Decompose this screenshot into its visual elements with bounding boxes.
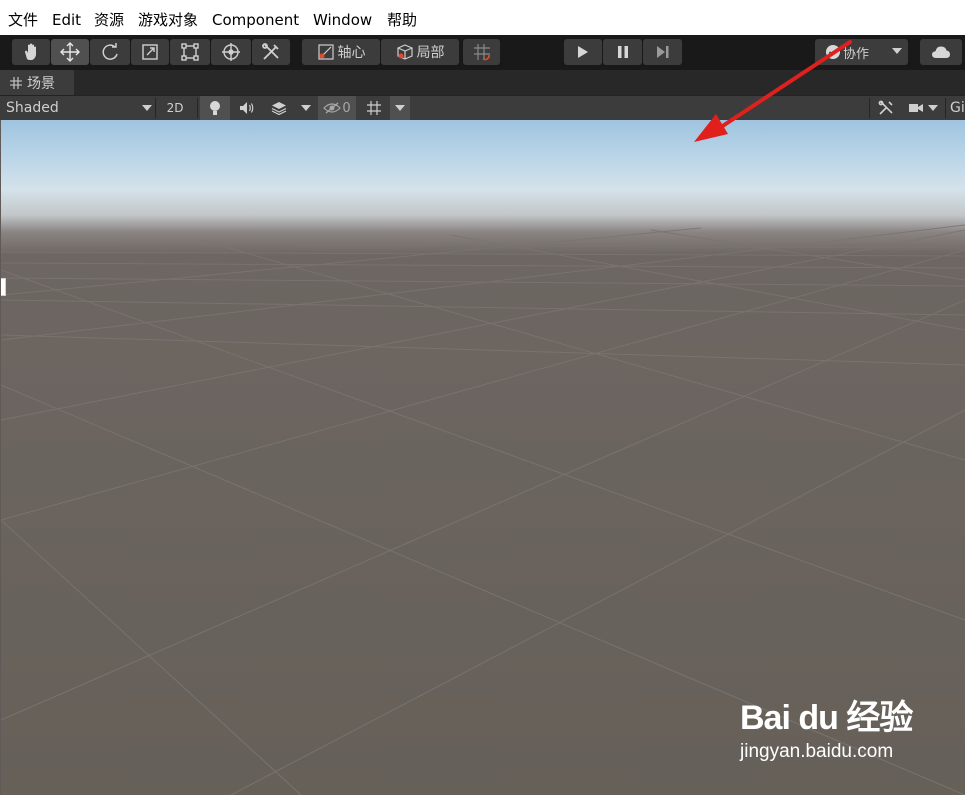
camera-dropdown[interactable] [902,96,944,120]
separator [155,98,156,118]
scene-tools-button[interactable] [872,96,900,120]
tools-icon [878,100,894,116]
collab-label: 协作 [843,46,870,62]
scale-tool-button[interactable] [131,39,169,65]
local-toggle[interactable]: 局部 [381,39,459,65]
pause-button[interactable] [603,39,642,65]
step-button[interactable] [643,39,682,65]
cloud-icon [931,45,951,59]
chevron-down-icon [395,104,405,112]
grid-toggle[interactable] [360,96,388,120]
move-icon [60,42,80,62]
hand-tool-button[interactable] [12,39,50,65]
cloud-button[interactable] [920,39,962,65]
toggle-2d-button[interactable]: 2D [159,96,191,120]
scale-icon [141,43,159,61]
lightbulb-icon [209,100,221,116]
chevron-down-icon [892,48,902,55]
hand-icon [21,42,41,62]
pivot-label: 轴心 [337,45,366,61]
hidden-count: 0 [342,100,351,116]
collab-check-icon [825,44,841,60]
separator [197,98,198,118]
menu-assets[interactable]: 资源 [94,10,124,30]
tab-scene[interactable]: 场景 [0,70,74,95]
separator [869,98,870,118]
chevron-down-icon [301,104,311,112]
transform-icon [221,42,241,62]
grid-snap-icon [473,43,491,61]
watermark-site: jingyan.baidu.com [740,741,894,762]
baidu-watermark: Bai du 经验 jingyan.baidu.com [740,690,913,763]
effects-dropdown[interactable] [296,96,316,120]
shading-mode-dropdown[interactable]: Shaded [0,96,158,120]
local-cube-icon [396,43,414,61]
viewport-handle[interactable] [1,278,6,296]
grid-snap-button[interactable] [463,39,500,65]
menu-gameobject[interactable]: 游戏对象 [138,10,198,30]
audio-toggle[interactable] [232,96,262,120]
menu-bar: 文件 Edit 资源 游戏对象 Component Window 帮助 [0,0,965,35]
separator [945,98,946,118]
layers-icon [271,101,287,115]
rect-transform-icon [181,43,199,61]
gizmos-label: Gi [950,100,965,116]
menu-window[interactable]: Window [313,10,372,30]
effects-toggle[interactable] [264,96,294,120]
pause-icon [617,45,629,59]
chevron-down-icon [142,105,152,112]
pivot-icon [317,43,335,61]
rect-tool-button[interactable] [170,39,210,65]
move-tool-button[interactable] [51,39,89,65]
rotate-icon [100,42,120,62]
menu-edit[interactable]: Edit [52,10,81,30]
scene-toolbar: Shaded 2D 0 Gi [0,95,965,120]
pivot-toggle[interactable]: 轴心 [302,39,380,65]
toggle-2d-label: 2D [166,101,184,115]
scene-grid-icon [10,76,22,89]
grid-icon [366,100,382,116]
transform-tool-button[interactable] [211,39,251,65]
tab-strip: 场景 [0,70,965,95]
play-icon [577,45,589,59]
speaker-icon [239,101,255,115]
shading-mode-label: Shaded [6,100,59,116]
grid-dropdown[interactable] [390,96,410,120]
tools-icon [261,42,281,62]
eye-slash-icon [323,102,342,114]
step-icon [656,45,670,59]
menu-component[interactable]: Component [212,10,299,30]
camera-icon [908,102,924,114]
rotate-tool-button[interactable] [90,39,130,65]
main-toolbar: 轴心 局部 协作 [0,35,965,70]
watermark-logo: Bai du 经验 [740,699,913,737]
menu-file[interactable]: 文件 [8,10,38,30]
gizmos-dropdown[interactable]: Gi [948,96,965,120]
custom-tool-button[interactable] [252,39,290,65]
menu-help[interactable]: 帮助 [387,10,417,30]
lighting-toggle[interactable] [200,96,230,120]
play-button[interactable] [564,39,602,65]
local-label: 局部 [416,45,445,61]
collab-dropdown[interactable]: 协作 [815,39,908,65]
chevron-down-icon [928,104,938,112]
scene-tab-label: 场景 [27,75,55,92]
hidden-objects-toggle[interactable]: 0 [318,96,356,120]
